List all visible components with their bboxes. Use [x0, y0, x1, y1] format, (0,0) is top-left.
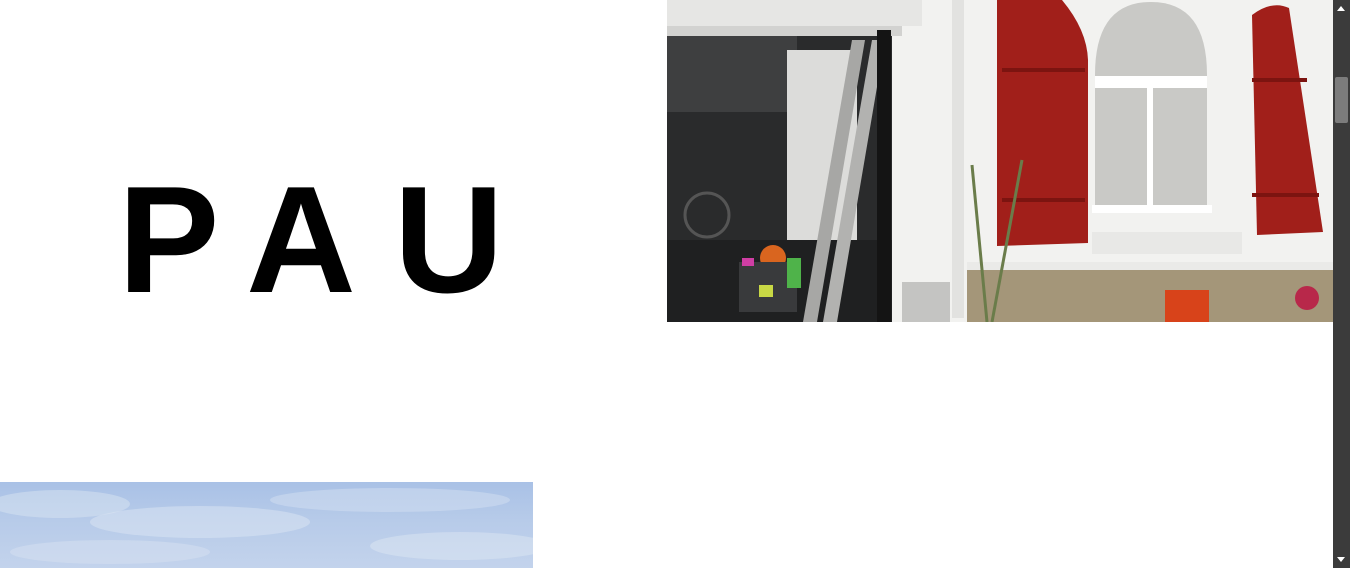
garage-house-photo: [667, 0, 1333, 322]
sky-photo: [0, 482, 533, 568]
scroll-up-arrow-icon[interactable]: [1333, 0, 1350, 17]
vertical-scrollbar[interactable]: [1333, 0, 1350, 568]
scroll-down-arrow-icon[interactable]: [1333, 551, 1350, 568]
page: PAU: [0, 0, 1333, 568]
scrollbar-thumb[interactable]: [1335, 77, 1348, 123]
city-title: PAU: [118, 155, 542, 325]
